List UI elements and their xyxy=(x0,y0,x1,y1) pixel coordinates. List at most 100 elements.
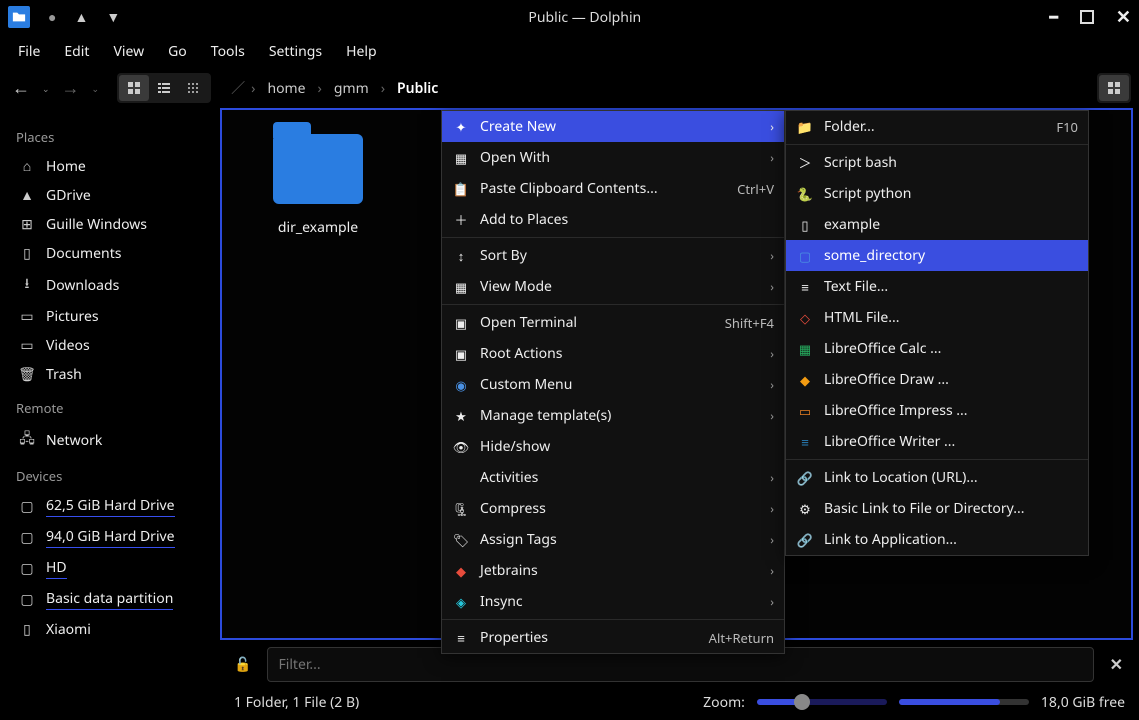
compact-view-button[interactable] xyxy=(149,75,179,101)
submenu-item-script-python[interactable]: 🐍Script python xyxy=(786,178,1088,209)
sidebar-item-downloads[interactable]: ⭳Downloads xyxy=(6,268,214,302)
submenu-item-libreoffice-impress[interactable]: ▭LibreOffice Impress ... xyxy=(786,395,1088,426)
sidebar-section-remote: Remote xyxy=(6,389,214,423)
maximize-icon[interactable] xyxy=(1080,10,1094,24)
breadcrumb-home[interactable]: home xyxy=(261,76,311,101)
menu-view[interactable]: View xyxy=(103,36,154,67)
toolbar: ← ⌄ → ⌄ ／ › home › gmm › Public xyxy=(0,68,1139,108)
sidebar-item-gdrive[interactable]: ▲GDrive xyxy=(6,181,214,210)
sidebar-item-drive[interactable]: ▢94,0 GiB Hard Drive xyxy=(6,522,214,553)
context-item-activities[interactable]: Activities› xyxy=(442,462,784,493)
breadcrumb-public[interactable]: Public xyxy=(391,76,444,101)
app-icon xyxy=(8,6,30,28)
context-item-custom-menu[interactable]: ◉Custom Menu› xyxy=(442,369,784,400)
sidebar-item-documents[interactable]: ▯Documents xyxy=(6,239,214,268)
context-item-sort-by[interactable]: ↕Sort By› xyxy=(442,240,784,271)
menu-shortcut: Alt+Return xyxy=(709,629,774,647)
sidebar-section-devices: Devices xyxy=(6,457,214,491)
down-icon[interactable]: ▼ xyxy=(106,8,120,27)
zoom-label: Zoom: xyxy=(703,693,745,712)
breadcrumb-gmm[interactable]: gmm xyxy=(328,76,375,101)
submenu-item-html-file[interactable]: ◇HTML File... xyxy=(786,302,1088,333)
sidebar-item-videos[interactable]: ▭Videos xyxy=(6,331,214,360)
terminal-icon: ▣ xyxy=(452,314,470,332)
details-view-button[interactable] xyxy=(179,75,209,101)
submenu-item-basic-link-to-file-or-directory[interactable]: ⚙Basic Link to File or Directory... xyxy=(786,493,1088,524)
sidebar-item-label: Guille Windows xyxy=(46,215,147,234)
chevron-right-icon: › xyxy=(770,278,774,295)
submenu-item-link-to-location-url[interactable]: 🔗Link to Location (URL)... xyxy=(786,462,1088,493)
context-item-properties[interactable]: ≡PropertiesAlt+Return xyxy=(442,622,784,653)
icons-view-button[interactable] xyxy=(119,75,149,101)
sidebar-item-label: Documents xyxy=(46,244,121,263)
sidebar-item-trash[interactable]: 🗑Trash xyxy=(6,360,214,389)
context-item-manage-template-s[interactable]: ★Manage template(s)› xyxy=(442,400,784,431)
context-item-insync[interactable]: ◈Insync› xyxy=(442,586,784,617)
breadcrumb-root-icon[interactable]: ／ xyxy=(231,78,245,98)
sidebar-item-drive[interactable]: ▢HD xyxy=(6,553,214,584)
context-item-view-mode[interactable]: ▦View Mode› xyxy=(442,271,784,302)
submenu-item-example[interactable]: ▯example xyxy=(786,209,1088,240)
sidebar-item-pictures[interactable]: ▭Pictures xyxy=(6,302,214,331)
context-item-jetbrains[interactable]: ◆Jetbrains› xyxy=(442,555,784,586)
sidebar-item-network[interactable]: 🖧Network xyxy=(6,423,214,457)
menu-item-label: Paste Clipboard Contents... xyxy=(480,179,727,198)
submenu-item-libreoffice-draw[interactable]: ◆LibreOffice Draw ... xyxy=(786,364,1088,395)
menu-tools[interactable]: Tools xyxy=(201,36,255,67)
zoom-slider[interactable] xyxy=(757,699,887,705)
submenu-item-text-file[interactable]: ≡Text File... xyxy=(786,271,1088,302)
forward-dropdown-icon[interactable]: ⌄ xyxy=(88,78,104,99)
menu-settings[interactable]: Settings xyxy=(259,36,332,67)
html-icon: ◇ xyxy=(796,309,814,327)
context-item-create-new[interactable]: ✦Create New› xyxy=(442,111,784,142)
text-icon: ≡ xyxy=(796,278,814,296)
menu-item-label: Script python xyxy=(824,184,1078,203)
submenu-item-libreoffice-calc[interactable]: ▦LibreOffice Calc ... xyxy=(786,333,1088,364)
sidebar-item-home[interactable]: ⌂Home xyxy=(6,152,214,181)
split-view-button[interactable] xyxy=(1099,75,1129,101)
sidebar-item-label: Downloads xyxy=(46,276,119,295)
back-button[interactable]: ← xyxy=(8,72,34,104)
folder-item[interactable]: dir_example xyxy=(248,134,388,239)
clear-filter-button[interactable]: ✕ xyxy=(1104,653,1129,675)
disk-usage-bar xyxy=(899,699,1029,705)
context-item-open-with[interactable]: ▦Open With› xyxy=(442,142,784,173)
chevron-right-icon: › xyxy=(770,247,774,264)
open-icon: ▦ xyxy=(452,149,470,167)
context-item-add-to-places[interactable]: ＋Add to Places xyxy=(442,204,784,235)
menu-edit[interactable]: Edit xyxy=(54,36,99,67)
folder-y-icon: 📁 xyxy=(796,118,814,136)
menu-file[interactable]: File xyxy=(8,36,50,67)
terminal-icon: ▣ xyxy=(452,345,470,363)
context-item-open-terminal[interactable]: ▣Open TerminalShift+F4 xyxy=(442,307,784,338)
titlebar-left: ● ▲ ▼ xyxy=(8,6,120,28)
submenu-item-some-directory[interactable]: ▢some_directory xyxy=(786,240,1088,271)
close-icon[interactable]: ✕ xyxy=(1116,5,1131,29)
back-dropdown-icon[interactable]: ⌄ xyxy=(38,78,54,99)
context-menu: ✦Create New›▦Open With›📋Paste Clipboard … xyxy=(441,110,785,654)
sidebar-item-drive[interactable]: ▢62,5 GiB Hard Drive xyxy=(6,491,214,522)
forward-button[interactable]: → xyxy=(58,72,84,104)
submenu-item-script-bash[interactable]: ＞Script bash xyxy=(786,147,1088,178)
unlock-icon[interactable]: 🔓 xyxy=(228,655,257,674)
menu-help[interactable]: Help xyxy=(336,36,387,67)
up-icon[interactable]: ▲ xyxy=(74,8,88,27)
phone-icon: ▯ xyxy=(18,620,36,639)
sidebar-item-windows[interactable]: ⊞Guille Windows xyxy=(6,210,214,239)
pin-icon[interactable]: ● xyxy=(48,8,56,27)
context-item-root-actions[interactable]: ▣Root Actions› xyxy=(442,338,784,369)
minimize-icon[interactable]: ━ xyxy=(1049,8,1057,27)
context-item-paste-clipboard-contents[interactable]: 📋Paste Clipboard Contents...Ctrl+V xyxy=(442,173,784,204)
context-item-hide-show[interactable]: 👁Hide/show xyxy=(442,431,784,462)
sidebar-item-xiaomi[interactable]: ▯Xiaomi xyxy=(6,615,214,644)
sidebar-item-drive[interactable]: ▢Basic data partition xyxy=(6,584,214,615)
submenu-item-libreoffice-writer[interactable]: ≡LibreOffice Writer ... xyxy=(786,426,1088,457)
chevron-right-icon: › xyxy=(251,79,255,98)
menu-item-label: Add to Places xyxy=(480,210,774,229)
context-item-compress[interactable]: 🗜Compress› xyxy=(442,493,784,524)
submenu-item-folder[interactable]: 📁Folder...F10 xyxy=(786,111,1088,142)
main-area[interactable]: dir_example example ✦Create New›▦Open Wi… xyxy=(220,108,1133,640)
context-item-assign-tags[interactable]: 🏷Assign Tags› xyxy=(442,524,784,555)
menu-go[interactable]: Go xyxy=(158,36,197,67)
submenu-item-link-to-application[interactable]: 🔗Link to Application... xyxy=(786,524,1088,555)
